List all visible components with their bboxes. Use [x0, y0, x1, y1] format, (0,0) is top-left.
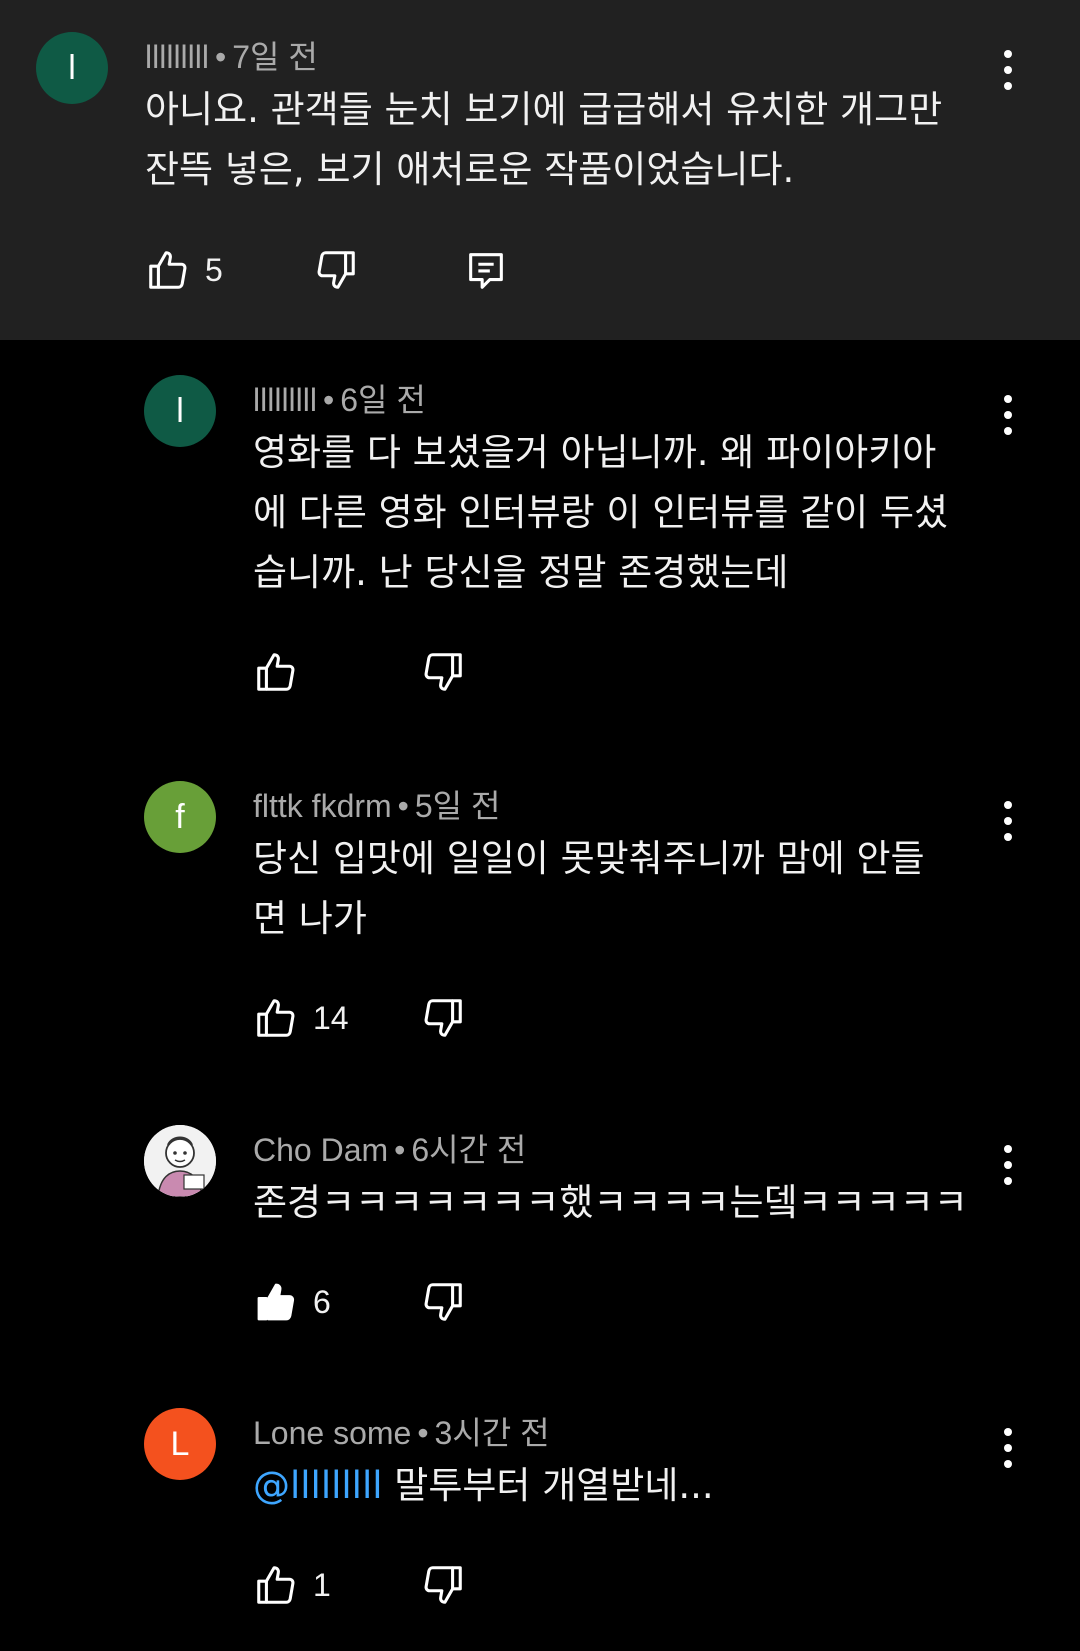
comment-meta: Cho Dam • 6시간 전	[253, 1125, 526, 1171]
thumb-down-icon	[317, 251, 355, 289]
like-count: 6	[313, 1283, 331, 1320]
like-button[interactable]: 6	[253, 1277, 331, 1327]
thumb-up-icon	[257, 1566, 295, 1604]
thumb-down-icon	[424, 999, 462, 1037]
thumb-down-icon	[424, 1566, 462, 1604]
more-vert-icon[interactable]	[993, 390, 1023, 440]
avatar[interactable]: l	[144, 375, 216, 447]
avatar-letter: L	[170, 1424, 190, 1463]
separator-dot: •	[417, 1415, 429, 1451]
like-button[interactable]: 14	[253, 993, 349, 1043]
timestamp[interactable]: 5일 전	[415, 788, 501, 824]
parent-comment: l lllllllll • 7일 전 아니요. 관객들 눈치 보기에 급급해서 유치…	[0, 0, 1080, 340]
dislike-button[interactable]	[420, 647, 466, 697]
mention-link[interactable]: @lllllllll	[253, 1464, 383, 1507]
more-vert-icon[interactable]	[993, 1140, 1023, 1190]
comment-meta: Lone some • 3시간 전	[253, 1408, 550, 1454]
reply-button[interactable]	[463, 245, 509, 295]
avatar-illustration	[144, 1125, 216, 1197]
timestamp[interactable]: 3시간 전	[435, 1415, 550, 1451]
timestamp[interactable]: 7일 전	[232, 39, 318, 75]
comment-text: 당신 입맛에 일일이 못맞춰주니까 맘에 안들 면 나가	[253, 837, 925, 940]
comment-text: 아니요. 관객들 눈치 보기에 급급해서 유치한 개그만 잔뜩 넣은, 보기 애…	[145, 88, 943, 191]
thumb-down-icon	[424, 653, 462, 691]
separator-dot: •	[394, 1132, 406, 1168]
like-button[interactable]: 1	[253, 1560, 331, 1610]
avatar-letter: l	[176, 391, 184, 430]
comment-text: @lllllllll 말투부터 개열받네...	[253, 1456, 1023, 1516]
avatar-letter: l	[68, 48, 76, 87]
separator-dot: •	[214, 39, 227, 75]
comment-text: 존경ㅋㅋㅋㅋㅋㅋㅋ했ㅋㅋㅋㅋ는뎈ㅋㅋㅋㅋㅋ	[253, 1181, 968, 1224]
avatar[interactable]: f	[144, 781, 216, 853]
dislike-button[interactable]	[313, 245, 359, 295]
thumb-up-icon	[257, 653, 295, 691]
reply-icon	[469, 253, 503, 289]
author-name[interactable]: Cho Dam	[253, 1132, 388, 1168]
comment-meta: flttk fkdrm • 5일 전	[253, 781, 500, 827]
like-count: 1	[313, 1566, 331, 1603]
comment-text-body: 말투부터 개열받네...	[382, 1464, 714, 1507]
avatar[interactable]	[144, 1125, 216, 1197]
comment-text: 영화를 다 보셨을거 아닙니까. 왜 파이아키아 에 다른 영화 인터뷰랑 이 …	[253, 431, 949, 594]
comment-meta: lllllllll • 7일 전	[145, 32, 318, 78]
separator-dot: •	[397, 788, 409, 824]
like-button[interactable]	[253, 647, 299, 697]
dislike-button[interactable]	[420, 993, 466, 1043]
like-count: 5	[205, 251, 223, 288]
avatar[interactable]: L	[144, 1408, 216, 1480]
timestamp[interactable]: 6일 전	[340, 382, 426, 418]
author-name[interactable]: flttk fkdrm	[253, 788, 392, 824]
more-vert-icon[interactable]	[993, 1423, 1023, 1473]
author-name[interactable]: lllllllll	[253, 382, 317, 418]
like-count: 14	[313, 999, 349, 1036]
avatar-letter: f	[175, 797, 185, 836]
avatar[interactable]: l	[36, 32, 108, 104]
more-vert-icon[interactable]	[993, 796, 1023, 846]
thumb-down-icon	[424, 1283, 462, 1321]
thumb-up-filled-icon	[257, 1283, 295, 1321]
thumb-up-icon	[149, 251, 187, 289]
separator-dot: •	[322, 382, 335, 418]
comment-meta: lllllllll • 6일 전	[253, 375, 426, 421]
dislike-button[interactable]	[420, 1277, 466, 1327]
more-vert-icon[interactable]	[993, 45, 1023, 95]
thumb-up-icon	[257, 999, 295, 1037]
timestamp[interactable]: 6시간 전	[411, 1132, 526, 1168]
author-name[interactable]: Lone some	[253, 1415, 411, 1451]
author-name[interactable]: lllllllll	[145, 39, 209, 75]
dislike-button[interactable]	[420, 1560, 466, 1610]
like-button[interactable]: 5	[145, 245, 223, 295]
